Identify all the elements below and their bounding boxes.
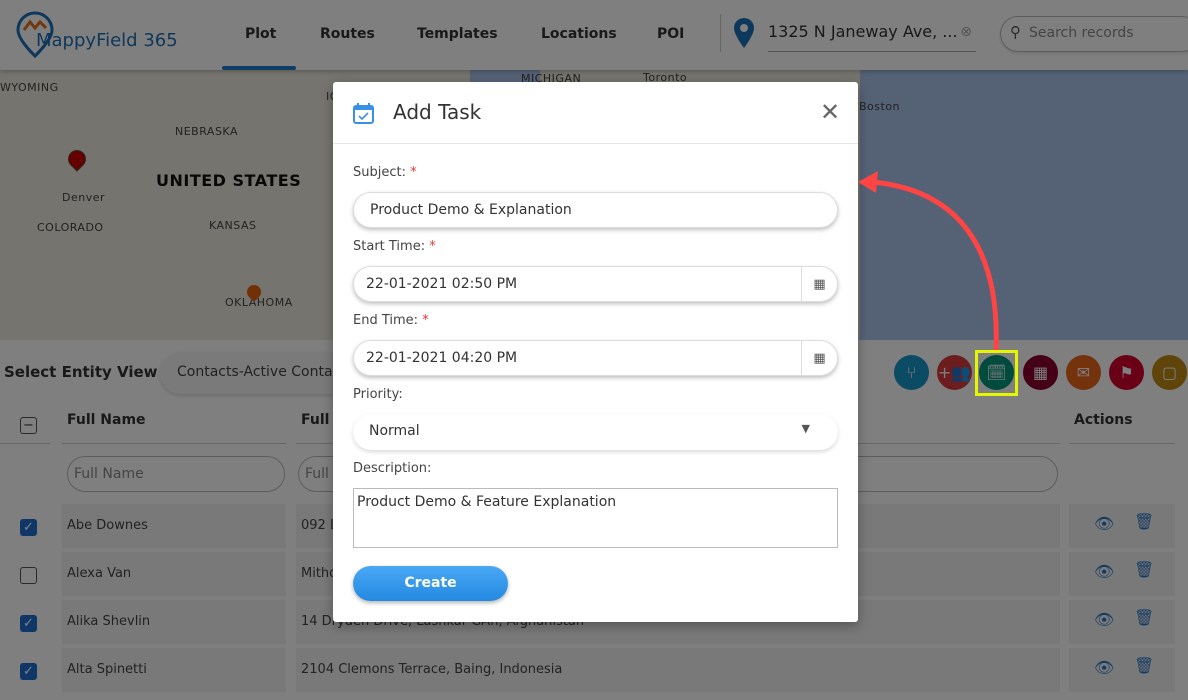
annotation-arrow	[858, 171, 999, 351]
